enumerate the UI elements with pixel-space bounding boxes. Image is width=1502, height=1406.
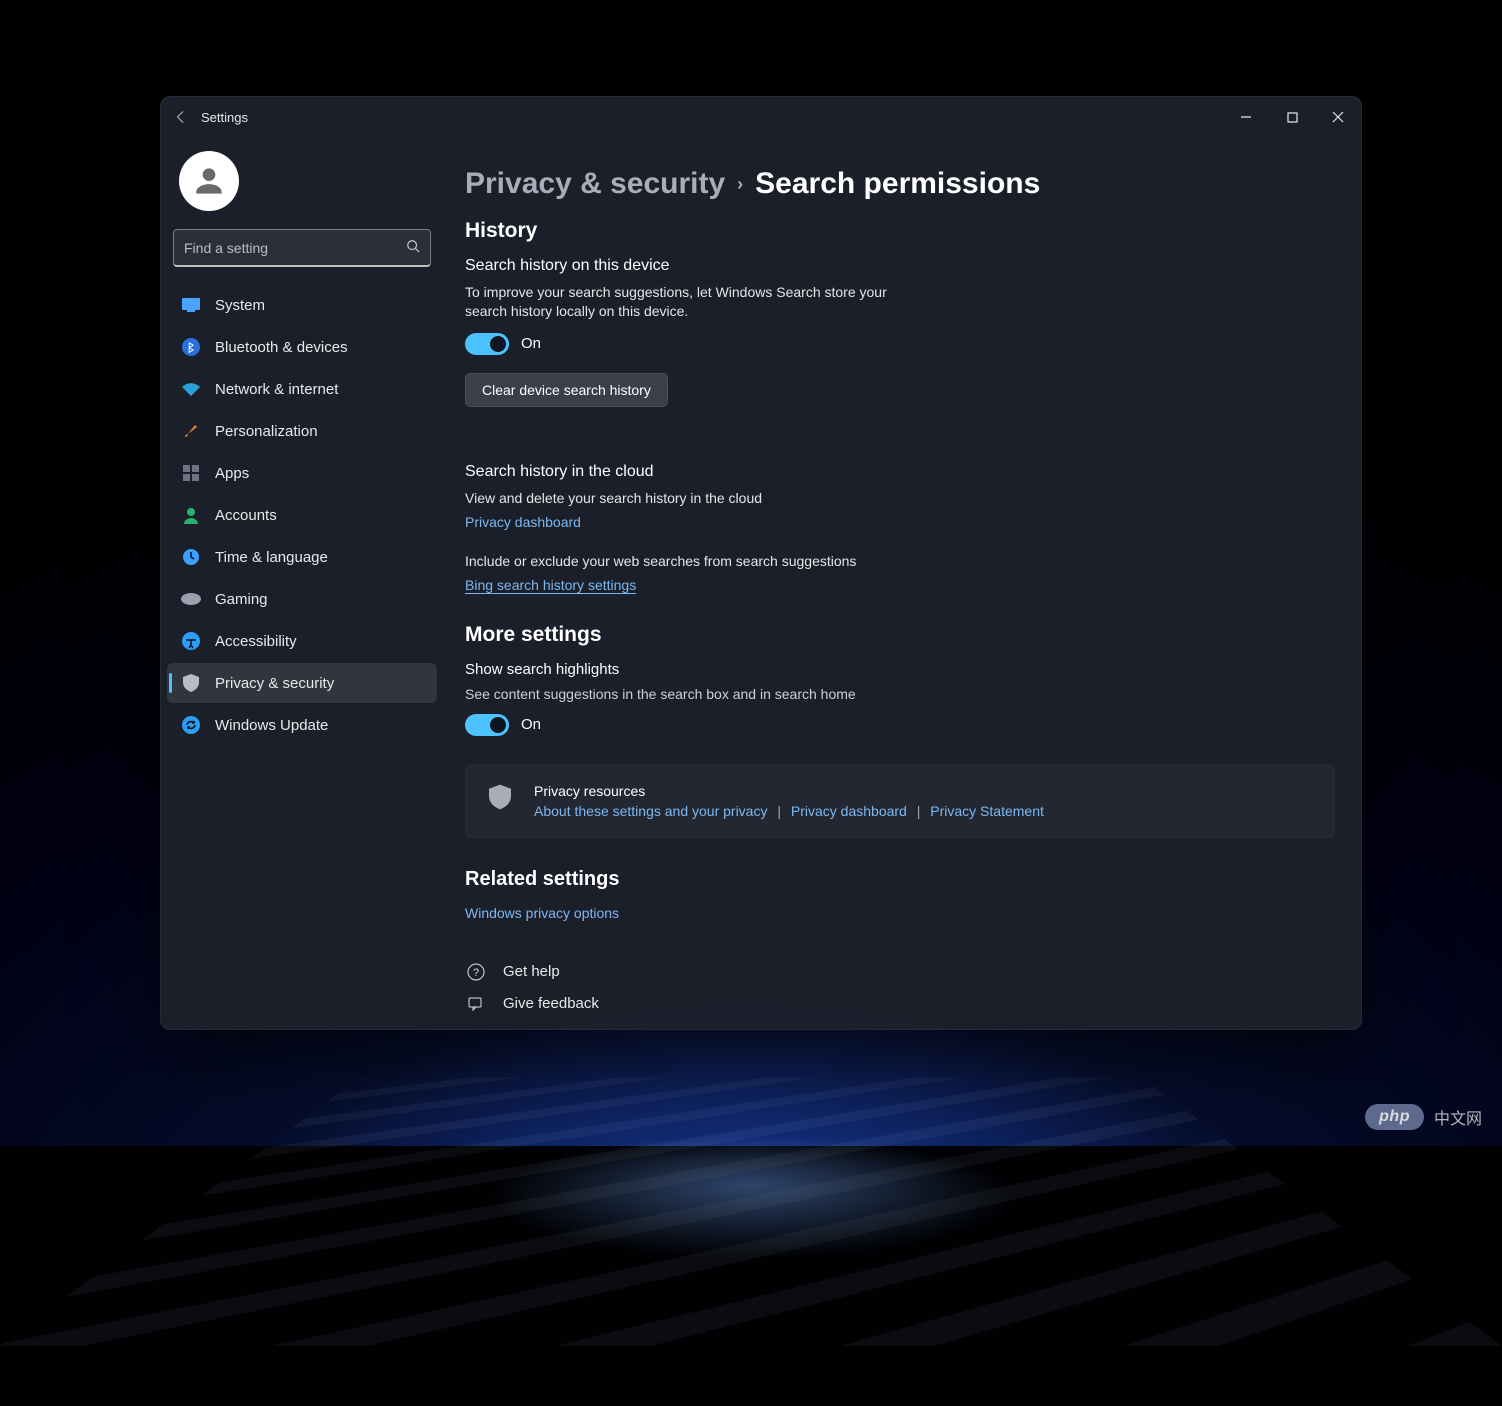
search-history-device-toggle[interactable] <box>465 333 509 355</box>
minimize-icon <box>1240 111 1252 123</box>
sidebar-item-system[interactable]: System <box>167 285 437 325</box>
page-watermark: php 中文网 <box>1365 1104 1482 1130</box>
sidebar-item-label: Windows Update <box>215 717 328 734</box>
privacy-resources-heading: Privacy resources <box>534 783 1044 799</box>
search-highlights-title: Show search highlights <box>465 661 1349 678</box>
svg-text:?: ? <box>473 967 479 979</box>
section-history-heading: History <box>465 219 1349 243</box>
user-avatar[interactable] <box>179 151 239 211</box>
update-icon <box>181 715 201 735</box>
search-box[interactable] <box>173 229 431 267</box>
sidebar-item-label: Time & language <box>215 549 328 566</box>
search-highlights-block: Show search highlights See content sugge… <box>465 661 1349 736</box>
sidebar-item-personalization[interactable]: Personalization <box>167 411 437 451</box>
minimize-button[interactable] <box>1223 97 1269 137</box>
privacy-dashboard-link-2[interactable]: Privacy dashboard <box>791 803 907 819</box>
sidebar-item-label: Personalization <box>215 423 318 440</box>
bluetooth-icon <box>181 337 201 357</box>
arrow-left-icon <box>174 110 188 124</box>
sidebar-item-gaming[interactable]: Gaming <box>167 579 437 619</box>
section-more-heading: More settings <box>465 623 1349 647</box>
maximize-button[interactable] <box>1269 97 1315 137</box>
search-highlights-desc: See content suggestions in the search bo… <box>465 686 1349 702</box>
separator: | <box>917 803 921 819</box>
apps-icon <box>181 463 201 483</box>
sidebar-nav: System Bluetooth & devices Network & int… <box>167 285 437 745</box>
cloud-desc-2: Include or exclude your web searches fro… <box>465 552 905 571</box>
sidebar-item-privacy[interactable]: Privacy & security <box>167 663 437 703</box>
windows-privacy-options-link[interactable]: Windows privacy options <box>465 905 619 921</box>
search-history-device-desc: To improve your search suggestions, let … <box>465 283 905 321</box>
main-content[interactable]: Privacy & security › Search permissions … <box>443 137 1361 1029</box>
accessibility-icon <box>181 631 201 651</box>
about-settings-link[interactable]: About these settings and your privacy <box>534 803 767 819</box>
shield-icon <box>181 673 201 693</box>
sidebar-item-bluetooth[interactable]: Bluetooth & devices <box>167 327 437 367</box>
sidebar-item-label: System <box>215 297 265 314</box>
watermark-pill: php <box>1365 1104 1424 1130</box>
chevron-right-icon: › <box>737 174 743 195</box>
sidebar-item-accessibility[interactable]: Accessibility <box>167 621 437 661</box>
sidebar-item-label: Accessibility <box>215 633 297 650</box>
cloud-desc-1: View and delete your search history in t… <box>465 489 905 508</box>
section-related-heading: Related settings <box>465 868 1349 891</box>
search-history-device-title: Search history on this device <box>465 257 1349 275</box>
toggle-state-label: On <box>521 716 541 733</box>
clear-history-button[interactable]: Clear device search history <box>465 373 668 407</box>
give-feedback-row[interactable]: Give feedback <box>465 995 1349 1013</box>
bing-history-link[interactable]: Bing search history settings <box>465 577 636 593</box>
window-title: Settings <box>201 110 248 125</box>
sidebar-item-time[interactable]: Time & language <box>167 537 437 577</box>
shield-icon <box>486 783 514 811</box>
give-feedback-label: Give feedback <box>503 995 599 1012</box>
gamepad-icon <box>181 589 201 609</box>
search-history-cloud-title: Search history in the cloud <box>465 463 1349 481</box>
sidebar-item-label: Accounts <box>215 507 277 524</box>
window-controls <box>1223 97 1361 137</box>
search-highlights-toggle[interactable] <box>465 714 509 736</box>
breadcrumb-current: Search permissions <box>755 167 1040 201</box>
wifi-icon <box>181 379 201 399</box>
close-icon <box>1332 111 1344 123</box>
breadcrumb-parent[interactable]: Privacy & security <box>465 167 725 201</box>
watermark-text: 中文网 <box>1434 1105 1482 1129</box>
separator: | <box>777 803 781 819</box>
sidebar-item-label: Network & internet <box>215 381 338 398</box>
accounts-icon <box>181 505 201 525</box>
maximize-icon <box>1287 112 1298 123</box>
titlebar: Settings <box>161 97 1361 137</box>
back-button[interactable] <box>161 110 201 124</box>
person-icon <box>190 162 228 200</box>
settings-window: Settings System <box>160 96 1362 1030</box>
get-help-label: Get help <box>503 963 560 980</box>
privacy-statement-link[interactable]: Privacy Statement <box>930 803 1044 819</box>
sidebar-item-network[interactable]: Network & internet <box>167 369 437 409</box>
privacy-dashboard-link[interactable]: Privacy dashboard <box>465 514 581 530</box>
system-icon <box>181 295 201 315</box>
search-icon <box>406 239 420 256</box>
toggle-state-label: On <box>521 335 541 352</box>
privacy-resources-card: Privacy resources About these settings a… <box>465 764 1335 838</box>
sidebar-item-label: Privacy & security <box>215 675 334 692</box>
search-history-cloud-block: Search history in the cloud View and del… <box>465 463 1349 595</box>
search-input[interactable] <box>184 240 406 256</box>
get-help-row[interactable]: ? Get help <box>465 963 1349 981</box>
clock-icon <box>181 547 201 567</box>
sidebar-item-label: Bluetooth & devices <box>215 339 348 356</box>
sidebar-item-label: Apps <box>215 465 249 482</box>
help-icon: ? <box>465 963 487 981</box>
sidebar-item-update[interactable]: Windows Update <box>167 705 437 745</box>
sidebar-item-label: Gaming <box>215 591 268 608</box>
close-button[interactable] <box>1315 97 1361 137</box>
sidebar-item-apps[interactable]: Apps <box>167 453 437 493</box>
breadcrumb: Privacy & security › Search permissions <box>465 167 1349 201</box>
search-history-device-block: Search history on this device To improve… <box>465 257 1349 435</box>
brush-icon <box>181 421 201 441</box>
sidebar: System Bluetooth & devices Network & int… <box>161 137 443 1029</box>
sidebar-item-accounts[interactable]: Accounts <box>167 495 437 535</box>
feedback-icon <box>465 995 487 1013</box>
